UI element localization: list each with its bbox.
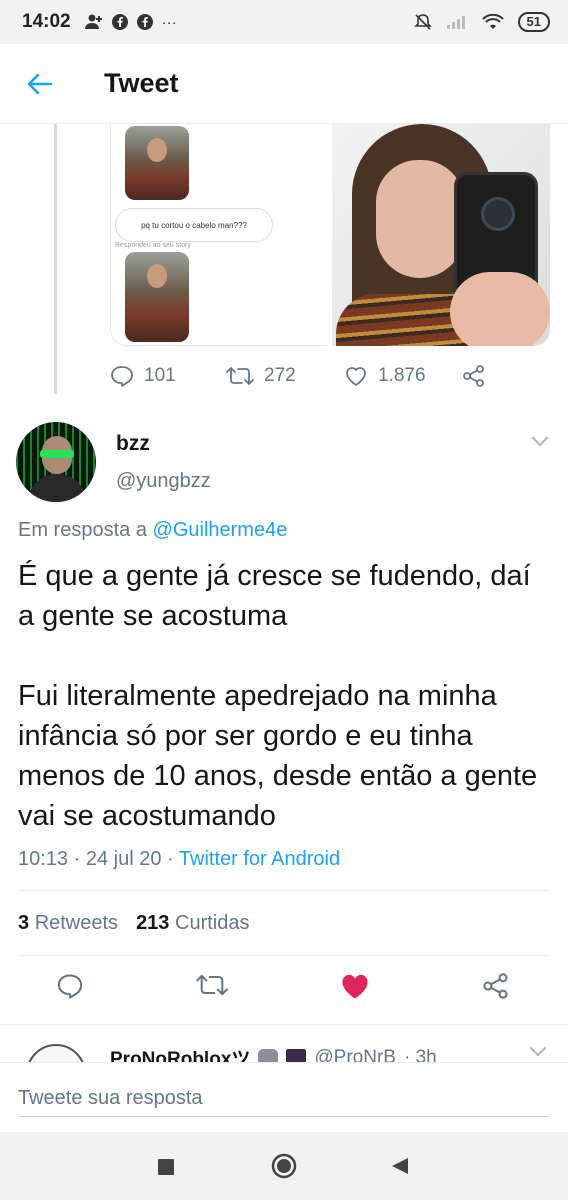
tweet-media-screenshot[interactable]: pq tu cortou o cabelo man??? Respondeu a… (110, 124, 326, 346)
retweets-stat-label: Retweets (34, 912, 119, 934)
share-icon (483, 973, 508, 999)
avatar[interactable] (16, 422, 96, 502)
story-reply-meta: Respondeu ao seu story (115, 242, 191, 249)
meta-separator: · (73, 848, 81, 870)
tweet-paragraph-1: É que a gente já cresce se fudendo, daí … (18, 560, 531, 632)
status-right-icons: 51 (413, 12, 550, 32)
reply-icon (57, 974, 83, 999)
home-button[interactable] (270, 1152, 298, 1185)
tweet-text: É que a gente já cresce se fudendo, daí … (18, 556, 554, 836)
share-icon (463, 365, 484, 387)
main-reply-button[interactable] (56, 972, 84, 1005)
retweet-icon (196, 974, 228, 996)
reply-count: 101 (144, 365, 176, 386)
status-bar: 14:02 ··· 51 (0, 0, 568, 44)
photo-face (376, 160, 464, 278)
tweet-time: 10:13 (18, 848, 69, 870)
photo-hand (450, 272, 550, 346)
tweet-menu-button[interactable] (530, 434, 550, 453)
app-header: Tweet (0, 44, 568, 124)
tweet-meta: 10:13 · 24 jul 20 · Twitter for Android (18, 848, 340, 871)
battery-indicator: 51 (517, 12, 550, 32)
recent-apps-button[interactable] (157, 1158, 175, 1181)
like-icon-filled (342, 974, 368, 999)
retweet-count: 272 (264, 365, 296, 386)
user-handle[interactable]: @yungbzz (116, 470, 211, 493)
likes-stat-count: 213 (136, 912, 170, 934)
system-back-button[interactable] (390, 1156, 410, 1181)
main-retweet-button[interactable] (196, 972, 228, 1003)
status-left-icons: ··· (84, 13, 177, 31)
like-icon (346, 367, 366, 386)
chevron-down-icon (532, 437, 548, 446)
share-button[interactable] (462, 364, 486, 388)
main-like-button[interactable] (340, 972, 370, 1005)
user-display-name[interactable]: bzz (116, 432, 150, 456)
reply-prefix: Em resposta a (18, 519, 147, 541)
square-icon (158, 1159, 174, 1175)
chevron-down-icon (530, 1047, 546, 1056)
divider (18, 890, 550, 891)
avatar-glasses (40, 450, 74, 458)
status-time: 14:02 (22, 11, 71, 32)
reply-input[interactable] (18, 1081, 550, 1117)
facebook-icon (111, 14, 128, 30)
signal-icon (446, 16, 465, 29)
divider-3 (0, 1024, 568, 1025)
like-button[interactable]: 1.876 (344, 365, 462, 387)
back-button[interactable] (0, 73, 80, 95)
thread-line (54, 124, 57, 394)
system-nav-bar (0, 1132, 568, 1200)
story-reply-bubble: pq tu cortou o cabelo man??? (115, 208, 273, 242)
person-add-icon (84, 14, 102, 29)
tweet-source-link[interactable]: Twitter for Android (179, 848, 340, 870)
retweets-stat[interactable]: 3 Retweets (18, 912, 118, 935)
reply-icon (111, 366, 133, 387)
compose-bar (0, 1062, 568, 1132)
tweet-actions (0, 972, 568, 1012)
triangle-back-icon (392, 1158, 408, 1174)
back-arrow-icon (27, 73, 53, 94)
tweet-media-photo[interactable] (332, 124, 550, 346)
wifi-icon (481, 14, 504, 29)
meta-separator-2: · (167, 848, 174, 870)
likes-stat-label: Curtidas (175, 912, 250, 934)
reply-button[interactable]: 101 (110, 365, 226, 387)
story-thumbnail-2 (125, 252, 189, 342)
retweets-stat-count: 3 (18, 912, 30, 934)
tweet-stats: 3 Retweets 213 Curtidas (18, 912, 249, 935)
story-thumbnail (125, 126, 189, 200)
tweet-paragraph-2: Fui literalmente apedrejado na minha inf… (18, 680, 538, 832)
divider-2 (18, 955, 550, 956)
reply-mention-link[interactable]: @Guilherme4e (153, 519, 288, 541)
retweet-button[interactable]: 272 (226, 365, 344, 387)
tweet-date: 24 jul 20 (85, 848, 162, 870)
retweet-icon (226, 367, 254, 385)
like-count: 1.876 (378, 365, 426, 386)
next-reply-menu-button[interactable] (528, 1044, 548, 1063)
main-share-button[interactable] (482, 972, 510, 1005)
circle-icon (271, 1153, 297, 1179)
page-title: Tweet (104, 68, 179, 98)
previous-tweet-actions: 101 272 1.876 (110, 360, 510, 392)
more-notifications-icon: ··· (161, 13, 177, 31)
bell-off-icon (413, 14, 432, 30)
facebook-icon-2 (136, 14, 153, 30)
reply-context: Em resposta a @Guilherme4e (18, 519, 287, 542)
likes-stat[interactable]: 213 Curtidas (136, 912, 249, 935)
